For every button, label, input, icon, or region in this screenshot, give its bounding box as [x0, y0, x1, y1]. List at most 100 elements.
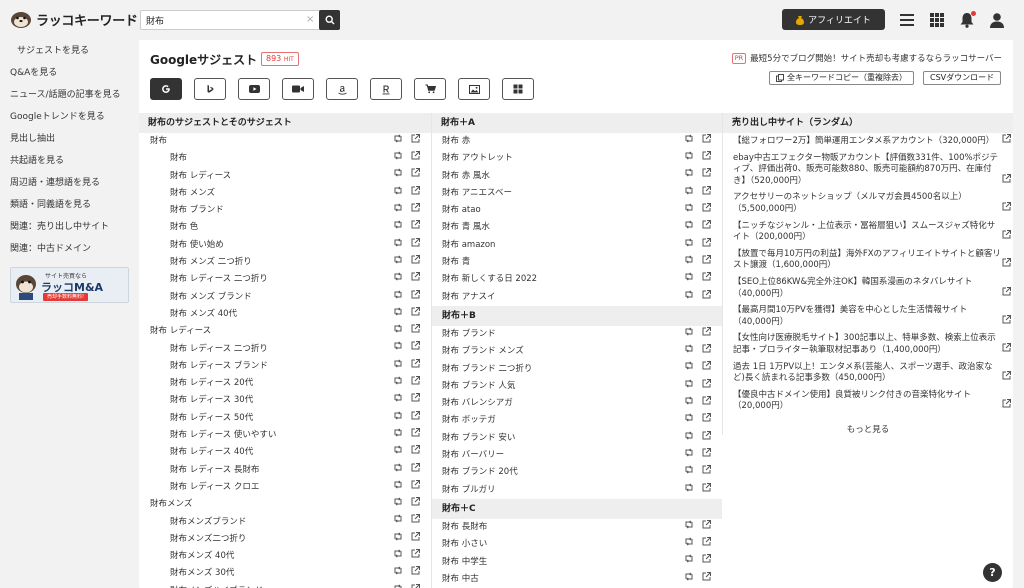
tab-apps[interactable] [502, 78, 534, 100]
keyword-row[interactable]: 財布 ブランド メンズ [432, 343, 722, 360]
keyword-row[interactable]: 財布 レディース 二つ折り [139, 271, 431, 288]
keyword-row[interactable]: 財布 レディース 20代 [139, 375, 431, 392]
open-site-button[interactable] [1002, 399, 1011, 413]
keyword-row[interactable]: 財布 レディース 30代 [139, 392, 431, 409]
logo[interactable]: ラッコキーワード [10, 9, 138, 29]
keyword-row[interactable]: 財布 ブランド 安い [432, 430, 722, 447]
open-search-button[interactable] [702, 185, 711, 202]
more-link[interactable]: もっと見る [723, 423, 1013, 435]
keyword-row[interactable]: 財布 色 [139, 219, 431, 236]
keyword-row[interactable]: 財布 amazon [432, 237, 722, 254]
open-search-button[interactable] [411, 531, 420, 548]
open-search-button[interactable] [702, 326, 711, 343]
keyword-row[interactable]: 財布 ブランド 二つ折り [432, 361, 722, 378]
keyword-row[interactable]: 財布 レディース [139, 168, 431, 185]
open-search-button[interactable] [411, 479, 420, 496]
keyword-row[interactable]: 財布 レディース 長財布 [139, 462, 431, 479]
dig-deeper-button[interactable] [684, 360, 694, 377]
dig-deeper-button[interactable] [393, 479, 403, 496]
open-site-button[interactable] [1002, 230, 1011, 244]
pr-banner-link[interactable]: PR 最短5分でブログ開始！サイト売却も考慮するならラッコサーバー [731, 52, 1002, 64]
open-search-button[interactable] [702, 133, 711, 150]
dig-deeper-button[interactable] [684, 412, 694, 429]
ma-banner[interactable]: サイト売買なら ラッコM&A 売却手数料無料! [10, 267, 129, 303]
keyword-row[interactable]: 財布 長財布 [432, 519, 722, 536]
open-search-button[interactable] [411, 462, 420, 479]
sidebar-item-used-domains[interactable]: 関連：中古ドメイン [0, 238, 135, 260]
open-search-button[interactable] [411, 392, 420, 409]
keyword-row[interactable]: 財布 ブランド [139, 202, 431, 219]
dig-deeper-button[interactable] [393, 323, 403, 340]
notification-button[interactable] [958, 11, 976, 29]
open-search-button[interactable] [702, 254, 711, 271]
keyword-row[interactable]: 財布 レディース 使いやすい [139, 427, 431, 444]
dig-deeper-button[interactable] [393, 167, 403, 184]
site-for-sale-item[interactable]: 【SEO上位86KW&完全外注OK】韓国系漫画のネタバレサイト（40,000円） [723, 277, 1013, 300]
open-search-button[interactable] [411, 271, 420, 288]
dig-deeper-button[interactable] [684, 254, 694, 271]
open-search-button[interactable] [702, 271, 711, 288]
keyword-parent-row[interactable]: 財布 [139, 133, 431, 150]
open-search-button[interactable] [411, 237, 420, 254]
dig-deeper-button[interactable] [684, 430, 694, 447]
site-for-sale-item[interactable]: 【最高月間10万PVを獲得】美容を中心とした生活情報サイト（40,000円） [723, 305, 1013, 328]
open-search-button[interactable] [411, 254, 420, 271]
keyword-row[interactable]: 財布メンズ 40代 [139, 548, 431, 565]
dig-deeper-button[interactable] [684, 150, 694, 167]
open-search-button[interactable] [702, 167, 711, 184]
keyword-row[interactable]: 財布 [139, 150, 431, 167]
site-for-sale-item[interactable]: 【女性向け医療脱毛サイト】300記事以上、特単多数、検索上位表示記事・プロライタ… [723, 333, 1013, 356]
site-for-sale-item[interactable]: ebay中古エフェクター物販アカウント【評価数331件、100%ポジティブ、評価… [723, 153, 1013, 188]
open-search-button[interactable] [702, 150, 711, 167]
keyword-row[interactable]: 財布 バレンシアガ [432, 395, 722, 412]
tab-video[interactable] [282, 78, 314, 100]
open-search-button[interactable] [702, 395, 711, 412]
keyword-row[interactable]: 財布 ブランド 20代 [432, 464, 722, 481]
site-for-sale-item[interactable]: 【優良中古ドメイン使用】良質被リンク付きの音楽特化サイト（20,000円） [723, 390, 1013, 413]
open-search-button[interactable] [411, 496, 420, 513]
dig-deeper-button[interactable] [684, 536, 694, 553]
dig-deeper-button[interactable] [393, 150, 403, 167]
open-search-button[interactable] [702, 289, 711, 306]
dig-deeper-button[interactable] [393, 219, 403, 236]
dig-deeper-button[interactable] [393, 289, 403, 306]
keyword-row[interactable]: 財布 青 [432, 254, 722, 271]
open-search-button[interactable] [702, 202, 711, 219]
open-search-button[interactable] [702, 447, 711, 464]
dig-deeper-button[interactable] [684, 519, 694, 536]
site-for-sale-item[interactable]: 【放置で毎月10万円の利益】海外FXのアフィリエイトサイトと顧客リスト譲渡（1,… [723, 249, 1013, 272]
open-search-button[interactable] [411, 513, 420, 530]
tab-shopping[interactable] [414, 78, 446, 100]
keyword-row[interactable]: 財布 小さい [432, 536, 722, 553]
dig-deeper-button[interactable] [684, 482, 694, 499]
tab-image[interactable] [458, 78, 490, 100]
dig-deeper-button[interactable] [393, 410, 403, 427]
tab-google[interactable] [150, 78, 182, 100]
dig-deeper-button[interactable] [393, 513, 403, 530]
open-search-button[interactable] [702, 412, 711, 429]
open-search-button[interactable] [411, 167, 420, 184]
dig-deeper-button[interactable] [393, 202, 403, 219]
dig-deeper-button[interactable] [684, 185, 694, 202]
open-search-button[interactable] [411, 548, 420, 565]
sidebar-item-headings[interactable]: 見出し抽出 [0, 128, 135, 150]
keyword-row[interactable]: 財布メンズ 30代 [139, 565, 431, 582]
keyword-row[interactable]: 財布 レディース 50代 [139, 410, 431, 427]
keyword-row[interactable]: 財布 レディース 二つ折り [139, 341, 431, 358]
sidebar-item-synonyms[interactable]: 類語・同義語を見る [0, 194, 135, 216]
open-search-button[interactable] [411, 133, 420, 150]
sidebar-item-news[interactable]: ニュース/話題の記事を見る [0, 84, 135, 106]
dig-deeper-button[interactable] [393, 427, 403, 444]
dig-deeper-button[interactable] [393, 375, 403, 392]
open-site-button[interactable] [1002, 314, 1011, 329]
tab-amazon[interactable] [326, 78, 358, 100]
site-for-sale-item[interactable]: アクセサリーのネットショップ（メルマガ会員4500名以上）（5,500,000円… [723, 192, 1013, 215]
dig-deeper-button[interactable] [684, 326, 694, 343]
open-search-button[interactable] [702, 360, 711, 377]
open-search-button[interactable] [411, 565, 420, 582]
open-site-button[interactable] [1002, 258, 1011, 272]
keyword-row[interactable]: 財布 メンズ 40代 [139, 306, 431, 323]
open-search-button[interactable] [702, 343, 711, 360]
search-input[interactable] [141, 11, 319, 29]
dig-deeper-button[interactable] [393, 565, 403, 582]
